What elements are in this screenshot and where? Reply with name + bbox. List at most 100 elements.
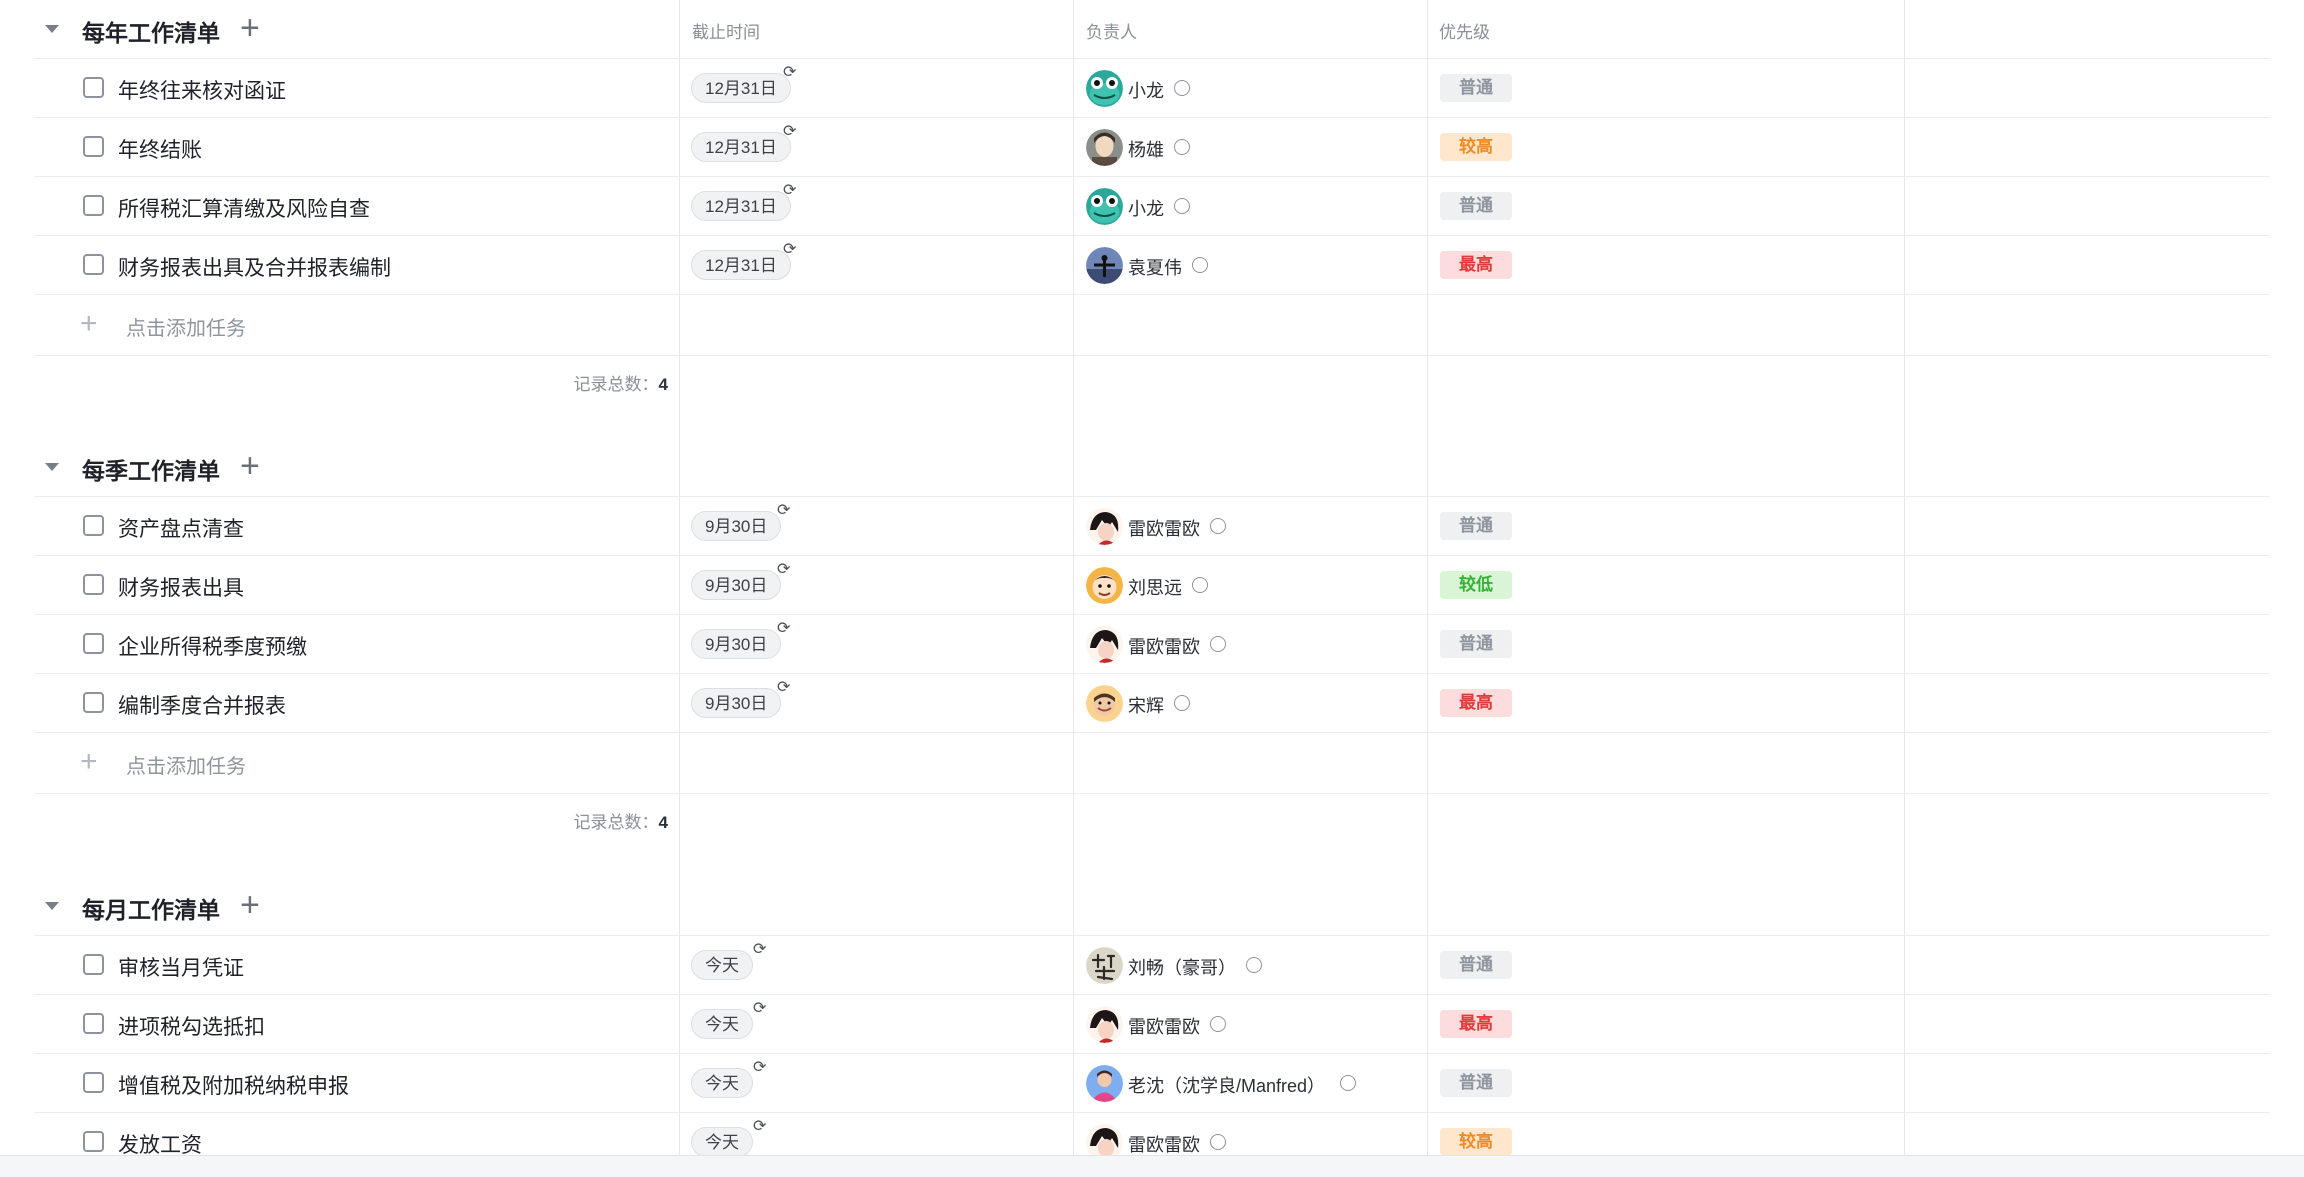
assignee-status-icon[interactable] xyxy=(1210,518,1226,534)
add-row-divider xyxy=(35,355,2269,356)
row-divider xyxy=(35,176,2269,177)
column-header-assignee[interactable]: 负责人 xyxy=(1086,18,1137,43)
add-task-button[interactable]: 点击添加任务 xyxy=(126,312,246,341)
record-count-value: 4 xyxy=(658,813,668,832)
row-divider xyxy=(35,294,2269,295)
task-checkbox[interactable] xyxy=(83,136,104,157)
assignee-status-icon[interactable] xyxy=(1174,80,1190,96)
row-divider xyxy=(35,614,2269,615)
add-task-plus-icon[interactable]: + xyxy=(80,747,98,777)
repeat-icon: ⟳ xyxy=(783,64,797,81)
task-checkbox[interactable] xyxy=(83,692,104,713)
assignee-status-icon[interactable] xyxy=(1174,139,1190,155)
priority-badge[interactable]: 最高 xyxy=(1440,689,1512,717)
add-group-task-icon[interactable]: + xyxy=(240,449,260,483)
priority-badge[interactable]: 普通 xyxy=(1440,512,1512,540)
task-title[interactable]: 增值税及附加税纳税申报 xyxy=(118,1070,349,1100)
assignee-name[interactable]: 袁夏伟 xyxy=(1128,254,1182,280)
add-task-button[interactable]: 点击添加任务 xyxy=(126,750,246,779)
column-header-deadline[interactable]: 截止时间 xyxy=(692,18,760,43)
deadline-pill[interactable]: 12月31日 xyxy=(691,132,791,162)
task-title[interactable]: 进项税勾选抵扣 xyxy=(118,1011,265,1041)
priority-badge[interactable]: 最高 xyxy=(1440,251,1512,279)
column-header-priority[interactable]: 优先级 xyxy=(1439,18,1490,43)
task-checkbox[interactable] xyxy=(83,77,104,98)
row-divider xyxy=(35,235,2269,236)
assignee-status-icon[interactable] xyxy=(1192,257,1208,273)
assignee-status-icon[interactable] xyxy=(1210,1016,1226,1032)
task-checkbox[interactable] xyxy=(83,954,104,975)
task-title[interactable]: 编制季度合并报表 xyxy=(118,690,286,720)
task-title[interactable]: 财务报表出具及合并报表编制 xyxy=(118,252,391,282)
deadline-pill[interactable]: 12月31日 xyxy=(691,191,791,221)
assignee-status-icon[interactable] xyxy=(1246,957,1262,973)
task-title[interactable]: 所得税汇算清缴及风险自查 xyxy=(118,193,370,223)
add-task-plus-icon[interactable]: + xyxy=(80,309,98,339)
task-checkbox[interactable] xyxy=(83,574,104,595)
deadline-pill[interactable]: 9月30日 xyxy=(691,688,782,718)
deadline-pill[interactable]: 今天 xyxy=(691,1127,753,1157)
task-checkbox[interactable] xyxy=(83,633,104,654)
assignee-name[interactable]: 雷欧雷欧 xyxy=(1128,515,1200,541)
assignee-name[interactable]: 雷欧雷欧 xyxy=(1128,633,1200,659)
priority-badge[interactable]: 较低 xyxy=(1440,571,1512,599)
priority-badge[interactable]: 普通 xyxy=(1440,630,1512,658)
add-row-divider xyxy=(35,793,2269,794)
assignee-name[interactable]: 雷欧雷欧 xyxy=(1128,1013,1200,1039)
column-divider-title xyxy=(679,0,680,1155)
assignee-status-icon[interactable] xyxy=(1174,695,1190,711)
assignee-status-icon[interactable] xyxy=(1174,198,1190,214)
collapse-caret-icon[interactable] xyxy=(45,463,59,471)
add-group-task-icon[interactable]: + xyxy=(240,11,260,45)
collapse-caret-icon[interactable] xyxy=(45,902,59,910)
assignee-name[interactable]: 宋辉 xyxy=(1128,692,1164,718)
assignee-name[interactable]: 小龙 xyxy=(1128,195,1164,221)
task-checkbox[interactable] xyxy=(83,254,104,275)
assignee-name[interactable]: 刘思远 xyxy=(1128,574,1182,600)
assignee-name[interactable]: 老沈（沈学良/Manfred） xyxy=(1128,1072,1325,1098)
task-title[interactable]: 审核当月凭证 xyxy=(118,952,244,982)
task-checkbox[interactable] xyxy=(83,1131,104,1152)
assignee-name[interactable]: 小龙 xyxy=(1128,77,1164,103)
assignee-name[interactable]: 雷欧雷欧 xyxy=(1128,1131,1200,1157)
task-title[interactable]: 企业所得税季度预缴 xyxy=(118,631,307,661)
frog-avatar xyxy=(1086,70,1123,107)
deadline-pill[interactable]: 9月30日 xyxy=(691,570,782,600)
deadline-pill[interactable]: 9月30日 xyxy=(691,629,782,659)
task-checkbox[interactable] xyxy=(83,515,104,536)
assignee-status-icon[interactable] xyxy=(1210,636,1226,652)
deadline-pill[interactable]: 今天 xyxy=(691,950,753,980)
add-group-task-icon[interactable]: + xyxy=(240,888,260,922)
assignee-name[interactable]: 刘畅（豪哥） xyxy=(1128,954,1236,980)
priority-badge[interactable]: 较高 xyxy=(1440,133,1512,161)
priority-badge[interactable]: 普通 xyxy=(1440,951,1512,979)
task-title[interactable]: 年终往来核对函证 xyxy=(118,75,286,105)
horizontal-scrollbar[interactable] xyxy=(0,1155,2304,1177)
deadline-pill[interactable]: 9月30日 xyxy=(691,511,782,541)
priority-badge[interactable]: 普通 xyxy=(1440,192,1512,220)
priority-badge[interactable]: 较高 xyxy=(1440,1128,1512,1156)
task-title[interactable]: 财务报表出具 xyxy=(118,572,244,602)
repeat-icon: ⟳ xyxy=(783,182,797,199)
record-count: 记录总数：4 xyxy=(470,370,668,395)
header-row-divider xyxy=(35,935,2269,936)
group-title: 每月工作清单 xyxy=(82,897,220,923)
deadline-pill[interactable]: 12月31日 xyxy=(691,250,791,280)
assignee-name[interactable]: 杨雄 xyxy=(1128,136,1164,162)
task-title[interactable]: 年终结账 xyxy=(118,134,202,164)
assignee-status-icon[interactable] xyxy=(1340,1075,1356,1091)
assignee-status-icon[interactable] xyxy=(1210,1134,1226,1150)
deadline-pill[interactable]: 今天 xyxy=(691,1009,753,1039)
task-checkbox[interactable] xyxy=(83,1013,104,1034)
collapse-caret-icon[interactable] xyxy=(45,25,59,33)
task-title[interactable]: 资产盘点清查 xyxy=(118,513,244,543)
deadline-pill[interactable]: 今天 xyxy=(691,1068,753,1098)
assignee-status-icon[interactable] xyxy=(1192,577,1208,593)
priority-badge[interactable]: 最高 xyxy=(1440,1010,1512,1038)
priority-badge[interactable]: 普通 xyxy=(1440,74,1512,102)
calligraphy-avatar xyxy=(1086,947,1123,984)
priority-badge[interactable]: 普通 xyxy=(1440,1069,1512,1097)
task-checkbox[interactable] xyxy=(83,1072,104,1093)
deadline-pill[interactable]: 12月31日 xyxy=(691,73,791,103)
task-checkbox[interactable] xyxy=(83,195,104,216)
